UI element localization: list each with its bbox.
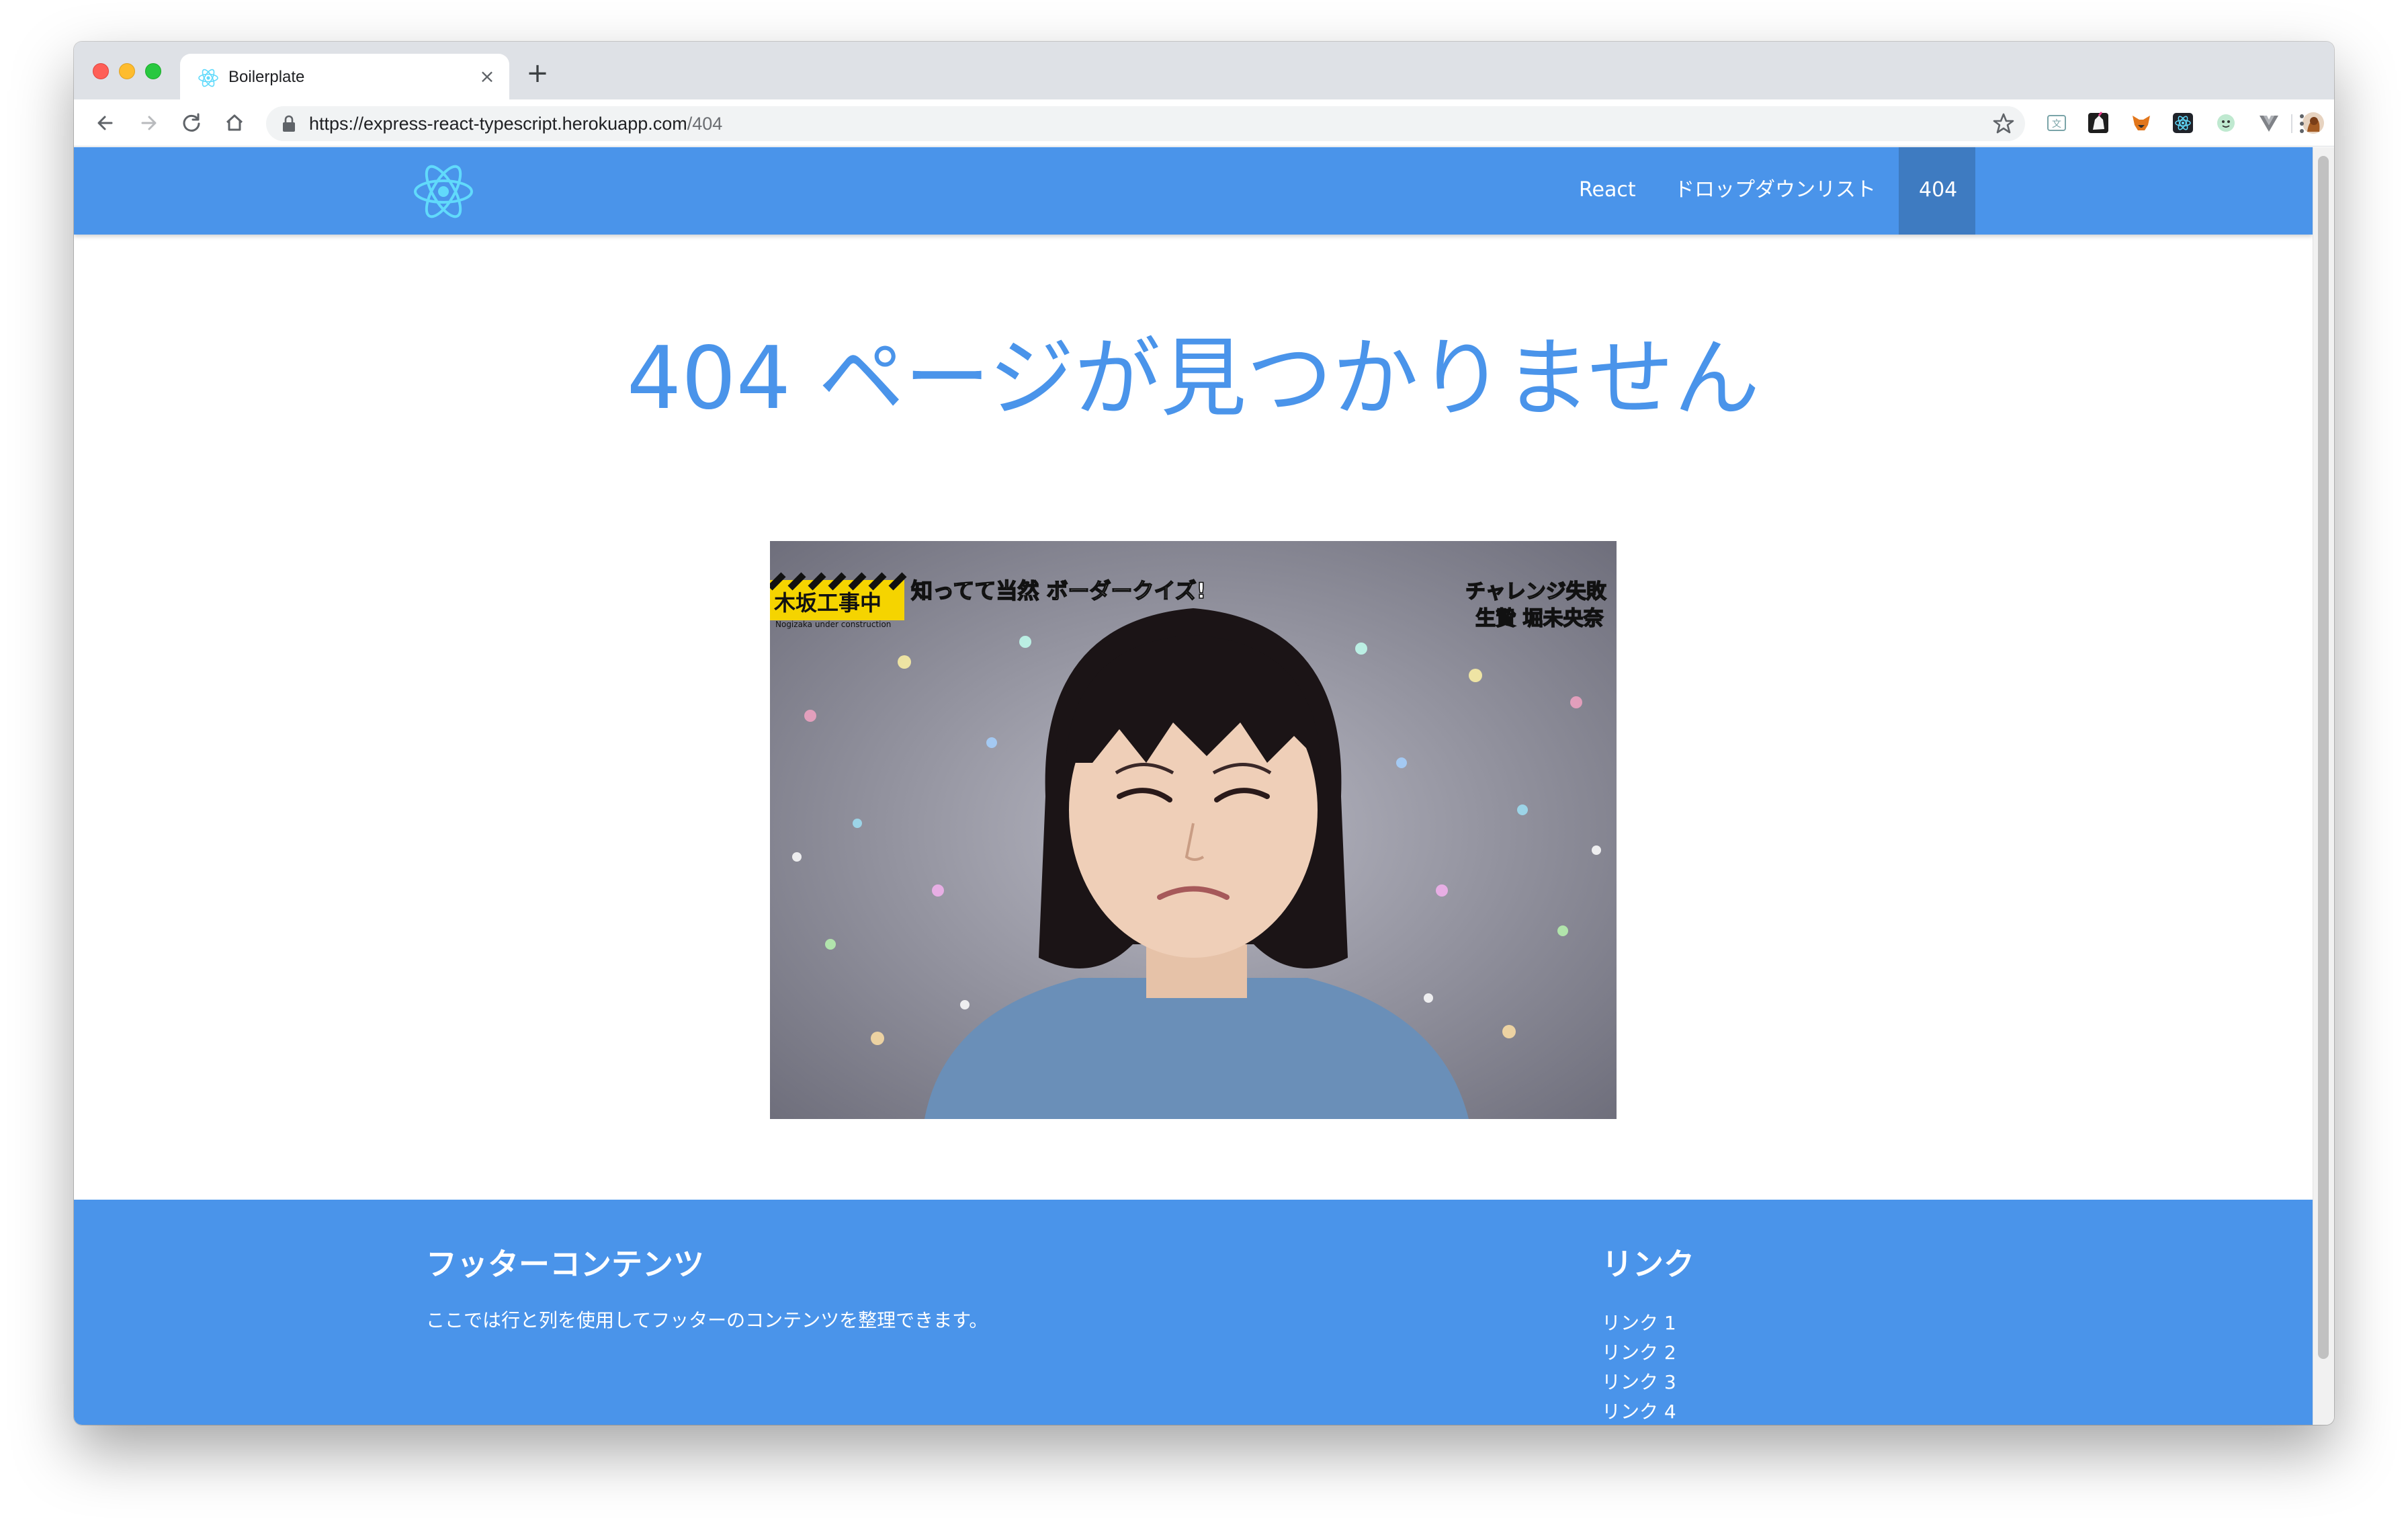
nav-link-react[interactable]: React — [1579, 177, 1636, 204]
browser-tab[interactable]: Boilerplate × — [180, 54, 509, 99]
tab-close-icon[interactable]: × — [476, 65, 499, 88]
footer-text: ここでは行と列を使用してフッターのコンテンツを整理できます。 — [426, 1309, 988, 1331]
image-caption-right-1: チャレンジ失敗 — [1465, 580, 1607, 604]
browser-menu-icon[interactable] — [2294, 109, 2310, 138]
nav-link-404[interactable]: 404 — [1919, 177, 1957, 204]
footer-link-4[interactable]: リンク 4 — [1602, 1397, 1676, 1425]
page-title: 404 ページが見つかりません — [626, 329, 1760, 429]
minimize-window-button[interactable] — [119, 63, 135, 79]
new-tab-button[interactable]: + — [523, 59, 552, 89]
footer-link-1[interactable]: リンク 1 — [1602, 1309, 1676, 1338]
image-caption-left: 知ってて当然 ボーダークイズ! — [911, 578, 1206, 604]
reload-icon[interactable] — [177, 109, 206, 137]
tab-strip: Boilerplate × + — [74, 42, 2334, 99]
unicorn-icon[interactable] — [2087, 112, 2110, 134]
web-page: React ドロップダウンリスト 404 404 ページが見つかりません 木坂工… — [74, 147, 2313, 1425]
react-logo-icon[interactable] — [411, 159, 476, 224]
image-banner-left-sub: Nogizaka under construction — [775, 620, 891, 629]
footer-links: リンク 1 リンク 2 リンク 3 リンク 4 — [1602, 1309, 1676, 1425]
translate-icon[interactable]: 文 — [2045, 112, 2068, 134]
footer-title: フッターコンテンツ — [426, 1246, 704, 1282]
site-footer: フッターコンテンツ ここでは行と列を使用してフッターのコンテンツを整理できます。… — [74, 1200, 2313, 1425]
page-scrollbar-thumb[interactable] — [2318, 156, 2329, 1359]
site-navbar: React ドロップダウンリスト 404 — [74, 147, 2313, 235]
image-caption-right-2: 生贄 堀未央奈 — [1475, 607, 1604, 630]
image-banner-left: 木坂工事中 — [773, 590, 882, 616]
url-host: https://express-react-typescript.herokua… — [309, 114, 687, 134]
react-icon — [198, 69, 218, 87]
svg-text:文: 文 — [2052, 119, 2061, 130]
address-bar[interactable]: https://express-react-typescript.herokua… — [266, 106, 2025, 141]
vue-devtools-icon[interactable] — [2258, 112, 2280, 134]
bookmark-star-icon[interactable] — [1990, 110, 2017, 137]
ghost-icon[interactable] — [2214, 112, 2237, 134]
crying-girl-photo: 木坂工事中 Nogizaka under construction 知ってて当然… — [770, 541, 1617, 1119]
nav-link-dropdown[interactable]: ドロップダウンリスト — [1674, 177, 1876, 204]
tab-title: Boilerplate — [228, 68, 305, 86]
footer-link-2[interactable]: リンク 2 — [1602, 1338, 1676, 1368]
url-path: /404 — [687, 114, 723, 134]
back-arrow-icon[interactable] — [91, 109, 120, 137]
footer-links-title: リンク — [1602, 1246, 1694, 1282]
zoom-window-button[interactable] — [145, 63, 161, 79]
toolbar-divider — [2291, 114, 2292, 133]
close-window-button[interactable] — [93, 63, 109, 79]
url-text: https://express-react-typescript.herokua… — [309, 114, 722, 134]
not-found-image: 木坂工事中 Nogizaka under construction 知ってて当然… — [770, 541, 1617, 1119]
footer-link-3[interactable]: リンク 3 — [1602, 1368, 1676, 1397]
forward-arrow-icon[interactable] — [134, 109, 163, 137]
desktop-background: Boilerplate × + https://express-react-ty… — [0, 0, 2408, 1531]
metamask-fox-icon[interactable] — [2130, 112, 2153, 134]
lock-icon[interactable] — [281, 115, 297, 132]
home-icon[interactable] — [220, 109, 249, 137]
react-devtools-icon[interactable] — [2172, 112, 2194, 134]
browser-window: Boilerplate × + https://express-react-ty… — [74, 42, 2334, 1425]
browser-toolbar: https://express-react-typescript.herokua… — [74, 99, 2334, 147]
